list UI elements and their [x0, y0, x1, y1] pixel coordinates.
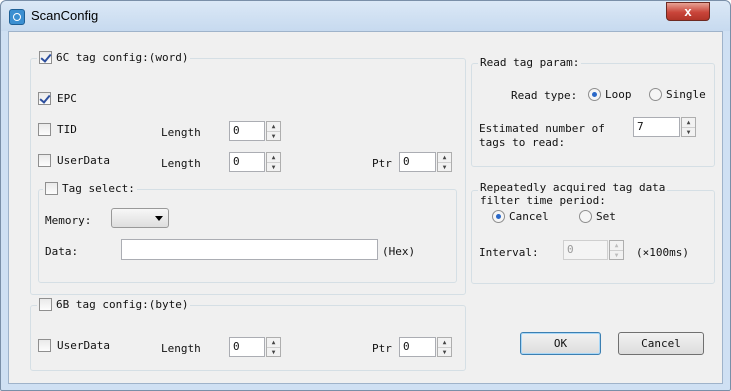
down-arrow-icon[interactable]: ▼: [267, 163, 280, 172]
tid-length-stepper[interactable]: ▲ ▼: [266, 121, 281, 141]
filter-set-option[interactable]: Set: [579, 210, 616, 223]
estimated-number-stepper[interactable]: ▲ ▼: [681, 117, 696, 137]
memory-label: Memory:: [45, 214, 92, 227]
cancel-button[interactable]: Cancel: [618, 332, 704, 355]
up-arrow-icon[interactable]: ▲: [682, 118, 695, 128]
tag-select-checkbox[interactable]: [45, 182, 58, 195]
userdata-6b-ptr-stepper[interactable]: ▲ ▼: [437, 337, 452, 357]
read-type-single-option[interactable]: Single: [649, 88, 706, 101]
down-arrow-icon[interactable]: ▼: [438, 163, 451, 172]
userdata-6b-length-label: Length: [161, 342, 201, 355]
data-label: Data:: [45, 245, 79, 258]
estimated-number-input[interactable]: 7: [633, 117, 680, 137]
filter-group-label-line1: Repeatedly acquired tag data: [480, 181, 666, 194]
userdata-6c-checkbox[interactable]: [38, 154, 51, 167]
data-input[interactable]: [121, 239, 378, 260]
userdata-6c-length-stepper[interactable]: ▲ ▼: [266, 152, 281, 172]
userdata-6b-label: UserData: [57, 339, 110, 352]
userdata-6c-label: UserData: [57, 154, 110, 167]
estimated-label-line2: tags to read:: [479, 136, 566, 149]
tag6c-checkbox[interactable]: [39, 51, 52, 64]
up-arrow-icon[interactable]: ▲: [610, 241, 623, 251]
app-icon: [9, 9, 25, 25]
userdata-6c-ptr-label: Ptr: [372, 157, 392, 170]
tid-checkbox[interactable]: [38, 123, 51, 136]
epc-checkbox[interactable]: [38, 92, 51, 105]
read-type-label: Read type:: [511, 89, 578, 102]
window-title: ScanConfig: [31, 8, 99, 23]
filter-cancel-option[interactable]: Cancel: [492, 210, 549, 223]
userdata-6c-row: UserData: [38, 154, 110, 167]
down-arrow-icon[interactable]: ▼: [267, 132, 280, 141]
tid-label: TID: [57, 123, 77, 136]
interval-unit-label: (×100ms): [636, 246, 689, 259]
tid-length-label: Length: [161, 126, 201, 139]
userdata-6b-length-input[interactable]: 0: [229, 337, 265, 357]
single-radio[interactable]: [649, 88, 662, 101]
estimated-label-line1: Estimated number of: [479, 122, 605, 135]
up-arrow-icon[interactable]: ▲: [267, 338, 280, 348]
tid-length-input[interactable]: 0: [229, 121, 265, 141]
memory-select[interactable]: [111, 208, 169, 228]
single-label: Single: [666, 88, 706, 101]
hex-label: (Hex): [382, 245, 416, 258]
filter-cancel-label: Cancel: [509, 210, 549, 223]
close-button[interactable]: x: [666, 2, 710, 21]
title-bar[interactable]: ScanConfig x: [1, 1, 730, 31]
userdata-6c-ptr-input[interactable]: 0: [399, 152, 436, 172]
dialog-body: 6C tag config:(word) EPC TID Length 0 ▲ ▼…: [8, 31, 723, 384]
tag6b-group-label: 6B tag config:(byte): [56, 298, 189, 311]
tag6b-checkbox[interactable]: [39, 298, 52, 311]
up-arrow-icon[interactable]: ▲: [267, 153, 280, 163]
up-arrow-icon[interactable]: ▲: [438, 153, 451, 163]
scan-config-window: ScanConfig x 6C tag config:(word) EPC TI…: [0, 0, 731, 391]
read-param-group-label: Read tag param:: [480, 56, 580, 69]
loop-label: Loop: [605, 88, 632, 101]
userdata-6c-length-label: Length: [161, 157, 201, 170]
down-arrow-icon[interactable]: ▼: [682, 128, 695, 137]
filter-set-radio[interactable]: [579, 210, 592, 223]
interval-input[interactable]: 0: [563, 240, 608, 260]
userdata-6b-row: UserData: [38, 339, 110, 352]
interval-stepper[interactable]: ▲ ▼: [609, 240, 624, 260]
userdata-6b-ptr-label: Ptr: [372, 342, 392, 355]
userdata-6b-checkbox[interactable]: [38, 339, 51, 352]
up-arrow-icon[interactable]: ▲: [267, 122, 280, 132]
tid-row: TID: [38, 123, 77, 136]
ok-button[interactable]: OK: [520, 332, 601, 355]
tag-select-label: Tag select:: [62, 182, 135, 195]
epc-label: EPC: [57, 92, 77, 105]
loop-radio[interactable]: [588, 88, 601, 101]
filter-set-label: Set: [596, 210, 616, 223]
up-arrow-icon[interactable]: ▲: [438, 338, 451, 348]
group-tag-select: Tag select:: [38, 182, 457, 283]
userdata-6b-ptr-input[interactable]: 0: [399, 337, 436, 357]
filter-cancel-radio[interactable]: [492, 210, 505, 223]
group-read-tag-param: Read tag param:: [471, 56, 715, 167]
tag6c-group-label: 6C tag config:(word): [56, 51, 189, 64]
userdata-6c-ptr-stepper[interactable]: ▲ ▼: [437, 152, 452, 172]
interval-label: Interval:: [479, 246, 539, 259]
down-arrow-icon[interactable]: ▼: [267, 348, 280, 357]
read-type-loop-option[interactable]: Loop: [588, 88, 632, 101]
chevron-down-icon: [155, 216, 163, 221]
userdata-6b-length-stepper[interactable]: ▲ ▼: [266, 337, 281, 357]
filter-group-label-line2: filter time period:: [480, 194, 606, 207]
down-arrow-icon[interactable]: ▼: [438, 348, 451, 357]
userdata-6c-length-input[interactable]: 0: [229, 152, 265, 172]
epc-row: EPC: [38, 92, 77, 105]
group-filter-time-period: Repeatedly acquired tag data filter time…: [471, 181, 715, 284]
down-arrow-icon[interactable]: ▼: [610, 251, 623, 260]
